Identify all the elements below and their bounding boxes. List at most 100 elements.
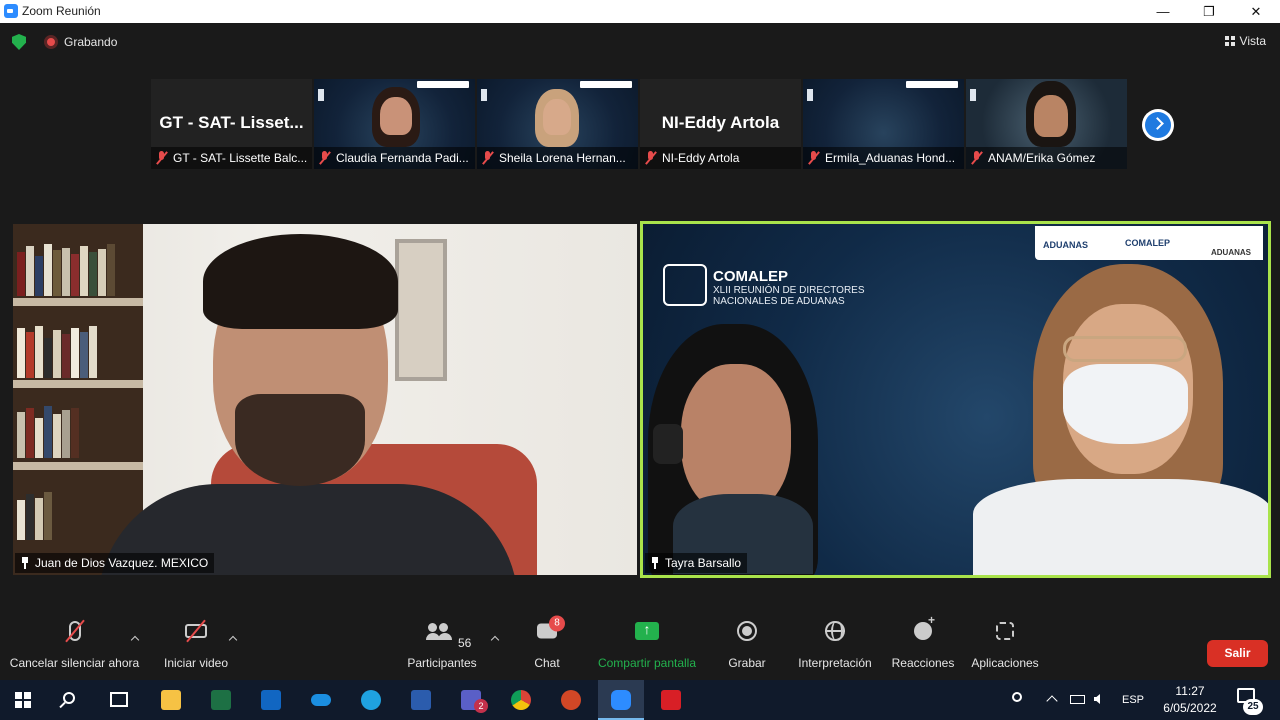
participant-caption: Sheila Lorena Hernan...	[477, 147, 638, 169]
view-button[interactable]: Vista	[1224, 34, 1266, 48]
video-name-tag: Tayra Barsallo	[645, 553, 748, 573]
record-button[interactable]: Grabar	[722, 603, 772, 680]
leave-button[interactable]: Salir	[1207, 640, 1268, 667]
record-icon	[737, 621, 757, 641]
comalep-logo-text: COMALEP	[1125, 238, 1170, 248]
comalep-logo-icon	[318, 89, 358, 101]
start-video-button[interactable]: Iniciar video	[158, 603, 234, 680]
participant-body	[973, 479, 1268, 575]
pin-icon	[651, 557, 659, 569]
participant-caption: GT - SAT- Lissette Balc...	[151, 147, 312, 169]
participant-thumbnail[interactable]: Ermila_Aduanas Hond...	[803, 79, 964, 169]
clock-time: 11:27	[1175, 684, 1205, 698]
chat-icon: 8	[537, 615, 565, 639]
minimize-button[interactable]: —	[1140, 0, 1186, 23]
close-button[interactable]: ✕	[1233, 0, 1279, 23]
participant-thumbnail[interactable]: GT - SAT- Lisset... GT - SAT- Lissette B…	[151, 79, 312, 169]
participant-caption: Ermila_Aduanas Hond...	[803, 147, 964, 169]
participant-hair	[203, 234, 398, 329]
windows-taskbar: 2 ESP 11:27 6/05/2022 25	[0, 680, 1280, 720]
shelf-board	[13, 462, 143, 470]
file-explorer-button[interactable]	[148, 680, 194, 720]
acrobat-button[interactable]	[648, 680, 694, 720]
record-label: Grabar	[728, 656, 766, 670]
muted-mic-icon	[808, 151, 819, 165]
participant-caption: ANAM/Erika Gómez	[966, 147, 1127, 169]
participant-strip: GT - SAT- Lisset... GT - SAT- Lissette B…	[151, 79, 1127, 169]
start-button[interactable]	[0, 680, 46, 720]
participant-face	[681, 364, 791, 514]
chrome-button[interactable]	[498, 680, 544, 720]
zoom-button[interactable]	[598, 680, 644, 720]
headset-icon	[653, 424, 683, 464]
aduanas-logo-icon	[580, 81, 632, 88]
clock[interactable]: 11:27 6/05/2022	[1155, 683, 1225, 717]
hidden-icons-button[interactable]	[1044, 680, 1062, 720]
banner-title: COMALEP	[713, 268, 788, 285]
onedrive-button[interactable]	[298, 680, 344, 720]
face-mask	[1063, 364, 1188, 444]
maximize-button[interactable]: ❐	[1186, 0, 1232, 23]
next-page-button[interactable]	[1142, 109, 1174, 141]
excel-icon	[211, 690, 231, 710]
mute-label: Cancelar silenciar ahora	[9, 656, 140, 670]
microphone-muted-icon	[64, 619, 85, 643]
window-titlebar: Zoom Reunión — ❐ ✕	[0, 0, 1280, 23]
chat-button[interactable]: 8 Chat	[524, 603, 570, 680]
participant-thumbnail[interactable]: Sheila Lorena Hernan...	[477, 79, 638, 169]
view-label: Vista	[1239, 34, 1266, 48]
shelf-board	[13, 298, 143, 306]
comalep-logo-icon	[481, 89, 521, 101]
shelf-board	[13, 380, 143, 388]
reactions-button[interactable]: Reacciones	[890, 603, 956, 680]
participant-beard	[235, 394, 365, 486]
outlook-icon	[261, 690, 281, 710]
search-button[interactable]	[48, 680, 94, 720]
excel-button[interactable]	[198, 680, 244, 720]
mute-button[interactable]: Cancelar silenciar ahora	[6, 603, 143, 680]
participant-thumbnail[interactable]: NI-Eddy Artola NI-Eddy Artola	[640, 79, 801, 169]
participant-thumbnail[interactable]: ANAM/Erika Gómez	[966, 79, 1127, 169]
battery-icon	[1070, 695, 1085, 704]
comalep-logo-icon	[807, 89, 847, 101]
interpretation-button[interactable]: Interpretación	[792, 603, 878, 680]
muted-mic-icon	[156, 151, 167, 165]
people-icon	[1012, 692, 1022, 702]
internet-explorer-button[interactable]	[348, 680, 394, 720]
language-indicator[interactable]: ESP	[1118, 680, 1148, 720]
books	[17, 324, 135, 378]
participant-thumbnail[interactable]: Claudia Fernanda Padi...	[314, 79, 475, 169]
books	[17, 242, 135, 296]
video-name-label: Juan de Dios Vazquez. MEXICO	[35, 556, 209, 570]
participant-face	[1034, 95, 1068, 137]
powerpoint-button[interactable]	[548, 680, 594, 720]
background-bookshelf	[13, 224, 143, 575]
muted-mic-icon	[482, 151, 493, 165]
video-tile-tayra[interactable]: ADUANAS COMALEP ADUANAS COMALEP XLII REU…	[640, 221, 1271, 578]
video-tile-juan[interactable]: Juan de Dios Vazquez. MEXICO	[13, 224, 637, 575]
task-view-button[interactable]	[96, 680, 142, 720]
apps-button[interactable]: Aplicaciones	[968, 603, 1042, 680]
people-button[interactable]	[1010, 680, 1030, 720]
comalep-logo-icon	[970, 89, 1010, 101]
participants-button[interactable]: 56 Participantes	[400, 603, 484, 680]
interpretation-label: Interpretación	[798, 656, 872, 670]
video-off-icon	[185, 619, 207, 643]
onedrive-cloud-icon	[311, 694, 331, 706]
security-shield-icon[interactable]	[12, 34, 26, 50]
globe-icon	[825, 621, 845, 641]
muted-mic-icon	[971, 151, 982, 165]
volume-button[interactable]	[1092, 680, 1110, 720]
books	[17, 404, 135, 458]
teams-button[interactable]: 2	[448, 680, 494, 720]
chat-label: Chat	[534, 656, 560, 670]
clock-date: 6/05/2022	[1163, 701, 1217, 715]
outlook-button[interactable]	[248, 680, 294, 720]
share-screen-button[interactable]: Compartir pantalla	[592, 603, 702, 680]
muted-mic-icon	[645, 151, 656, 165]
battery-button[interactable]	[1068, 680, 1086, 720]
word-button[interactable]	[398, 680, 444, 720]
reactions-label: Reacciones	[891, 656, 955, 670]
participants-chevron-icon[interactable]	[490, 635, 500, 645]
recording-label: Grabando	[64, 35, 118, 49]
